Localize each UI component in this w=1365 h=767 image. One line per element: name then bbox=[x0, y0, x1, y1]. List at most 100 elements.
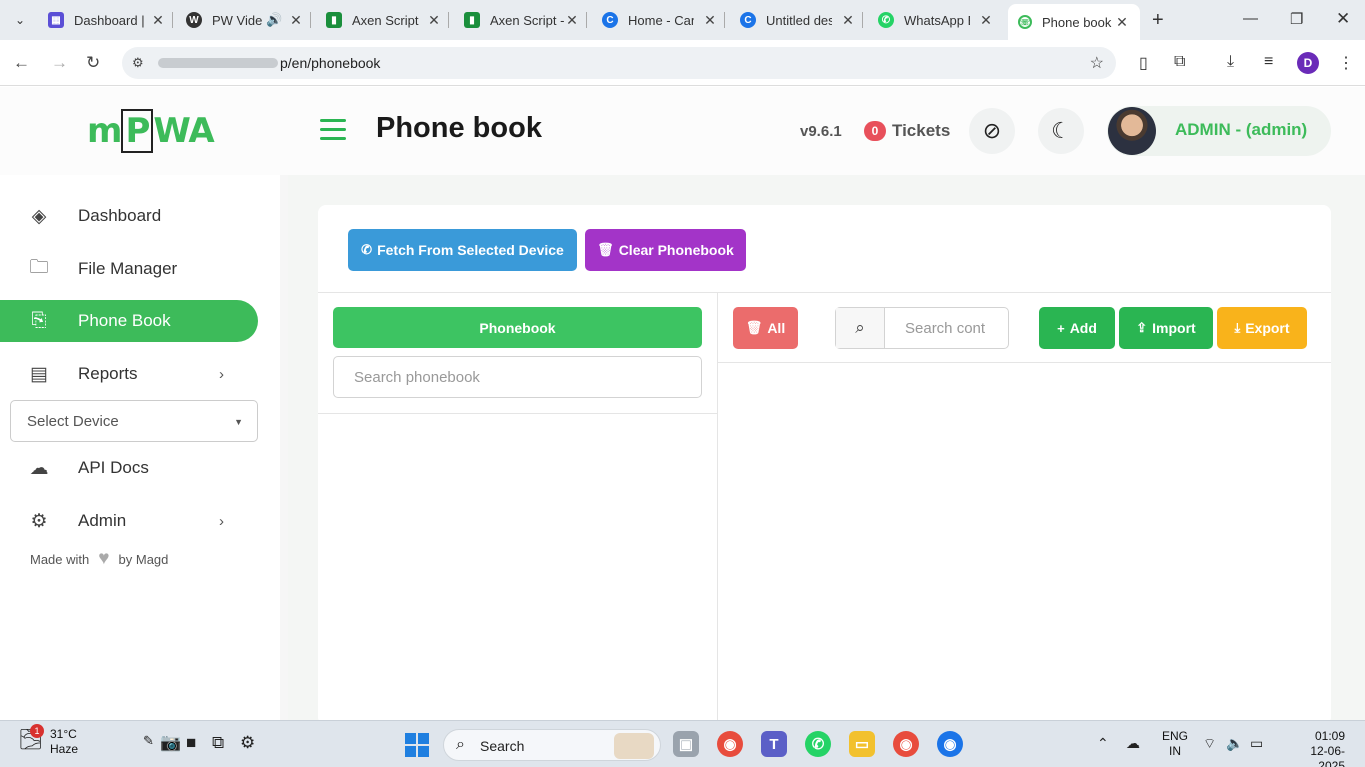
onedrive-cloud-icon[interactable]: ☁ bbox=[1126, 735, 1140, 752]
browser-tab[interactable]: W PW Vide 🔊 ✕ bbox=[186, 6, 304, 34]
close-icon[interactable]: ✕ bbox=[978, 12, 994, 29]
windows-start-icon[interactable] bbox=[405, 733, 429, 757]
tab-title: Untitled des bbox=[766, 12, 832, 28]
chrome-canary-icon[interactable]: ◉ bbox=[937, 731, 963, 757]
version-label: v9.6.1 bbox=[800, 123, 842, 140]
close-icon[interactable]: ✕ bbox=[564, 12, 580, 29]
sidebar-item-label: Dashboard bbox=[78, 206, 162, 225]
axen-icon: ▮ bbox=[464, 12, 480, 28]
dark-mode-moon-icon[interactable]: ☾ bbox=[1038, 108, 1084, 154]
browser-tab[interactable]: C Untitled des ✕ bbox=[740, 6, 856, 34]
device-select[interactable]: Select Device ▼ bbox=[10, 400, 258, 442]
task-view-icon[interactable]: ▣ bbox=[673, 731, 699, 757]
camera-icon[interactable]: 📷 bbox=[160, 733, 181, 753]
settings-gear-icon[interactable]: ⚙ bbox=[240, 733, 255, 753]
sidebar-item-label: API Docs bbox=[78, 458, 149, 477]
sidebar-item-reports[interactable]: ▤ Reports › bbox=[0, 353, 258, 395]
clear-phonebook-button[interactable]: 🗑 Clear Phonebook bbox=[585, 229, 746, 271]
browser-tab[interactable]: ▦ Dashboard | ✕ bbox=[48, 6, 166, 34]
taskbar-search[interactable]: ⌕ Search bbox=[443, 729, 661, 761]
forward-icon[interactable]: → bbox=[51, 53, 68, 73]
volume-icon[interactable]: 🔈 bbox=[1226, 735, 1243, 752]
hamburger-menu-icon[interactable] bbox=[320, 119, 346, 146]
sidebar-item-file-manager[interactable]: 🗀 File Manager bbox=[0, 248, 258, 290]
button-label: Import bbox=[1152, 320, 1196, 336]
language-globe-icon[interactable]: ⊘ bbox=[969, 108, 1015, 154]
redacted-domain bbox=[158, 58, 278, 68]
chrome-profile-icon[interactable]: ◉ bbox=[893, 731, 919, 757]
close-icon[interactable]: ✕ bbox=[840, 12, 856, 29]
reload-icon[interactable]: ↻ bbox=[86, 53, 100, 73]
menu-kebab-icon[interactable]: ⋮ bbox=[1338, 53, 1354, 73]
app-logo[interactable]: m P WA bbox=[87, 109, 215, 153]
weather-widget[interactable]: 🌫 1 31°C Haze bbox=[18, 724, 78, 757]
phonebook-list-button[interactable]: Phonebook bbox=[333, 307, 702, 348]
extensions-puzzle-icon[interactable]: ⧉ bbox=[1174, 53, 1185, 71]
close-icon[interactable]: ✕ bbox=[702, 12, 718, 29]
browser-tab[interactable]: C Home - Can ✕ bbox=[602, 6, 718, 34]
media-control-icon[interactable]: ≡ bbox=[1264, 53, 1273, 71]
video-icon[interactable]: ■ bbox=[186, 733, 196, 753]
profile-avatar[interactable]: D bbox=[1297, 52, 1319, 74]
browser-tab[interactable]: ✆ WhatsApp B ✕ bbox=[878, 6, 994, 34]
teams-icon[interactable]: T bbox=[761, 731, 787, 757]
sidebar-scrollbar[interactable] bbox=[280, 175, 288, 720]
browser-tab-active[interactable]: ☏ Phone book ✕ bbox=[1008, 4, 1140, 40]
new-tab-icon[interactable]: + bbox=[1152, 9, 1164, 32]
plus-icon: + bbox=[1057, 320, 1065, 336]
chevron-right-icon: › bbox=[219, 512, 224, 530]
close-icon[interactable]: ✕ bbox=[288, 12, 304, 29]
tickets-link[interactable]: 0 Tickets bbox=[864, 121, 950, 141]
download-icon[interactable]: ⤓ bbox=[1227, 53, 1234, 71]
tab-search-chevron-icon[interactable]: ⌄ bbox=[8, 8, 32, 32]
back-icon[interactable]: ← bbox=[13, 53, 30, 73]
input-language[interactable]: ENG IN bbox=[1162, 729, 1188, 759]
tab-title: Axen Script - bbox=[490, 12, 565, 28]
url-bar[interactable]: ⚙ p/en/phonebook ☆ bbox=[122, 47, 1116, 79]
sidebar-item-admin[interactable]: ⚙ Admin › bbox=[0, 500, 258, 542]
close-icon[interactable]: ✕ bbox=[1114, 14, 1130, 31]
wifi-icon[interactable]: ⌔ bbox=[1203, 735, 1216, 753]
button-label: Export bbox=[1245, 320, 1290, 336]
site-info-icon[interactable]: ⚙ bbox=[132, 55, 144, 71]
delete-all-button[interactable]: 🗑 All bbox=[733, 307, 798, 349]
speaker-icon[interactable]: 🔊 bbox=[266, 12, 282, 28]
file-explorer-icon[interactable]: ▭ bbox=[849, 731, 875, 757]
window-close-icon[interactable]: ✕ bbox=[1336, 9, 1350, 29]
window-copy-icon[interactable]: ⧉ bbox=[212, 733, 224, 753]
tab-separator bbox=[586, 12, 587, 28]
export-button[interactable]: ⤓ Export bbox=[1217, 307, 1307, 349]
search-contact-input[interactable]: ⌕ Search cont bbox=[835, 307, 1009, 349]
tab-separator bbox=[172, 12, 173, 28]
search-icon[interactable]: ⌕ bbox=[836, 308, 885, 348]
folder-icon: 🗀 bbox=[29, 257, 49, 278]
chrome-icon[interactable]: ◉ bbox=[717, 731, 743, 757]
search-phonebook-input[interactable]: Search phonebook bbox=[333, 356, 702, 398]
close-icon[interactable]: ✕ bbox=[150, 12, 166, 29]
sidebar-item-api-docs[interactable]: ☁ API Docs bbox=[0, 447, 258, 489]
trash-icon: 🗑 bbox=[745, 320, 763, 335]
sidebar-item-dashboard[interactable]: ◈ Dashboard bbox=[0, 195, 258, 237]
browser-tab[interactable]: ▮ Axen Script - ✕ bbox=[464, 6, 580, 34]
close-icon[interactable]: ✕ bbox=[426, 12, 442, 29]
fetch-from-device-button[interactable]: ✆ Fetch From Selected Device bbox=[348, 229, 577, 271]
user-menu[interactable]: ADMIN - (admin) bbox=[1107, 106, 1331, 156]
whatsapp-icon[interactable]: ✆ bbox=[805, 731, 831, 757]
main-content: ✆ Fetch From Selected Device 🗑 Clear Pho… bbox=[288, 175, 1365, 725]
restore-icon[interactable]: ❐ bbox=[1290, 10, 1303, 28]
bookmark-star-icon[interactable]: ☆ bbox=[1090, 53, 1104, 73]
system-clock[interactable]: 01:09 12-06-2025 bbox=[1285, 729, 1345, 767]
add-contact-button[interactable]: + Add bbox=[1039, 307, 1115, 349]
tray-chevron-up-icon[interactable]: ⌃ bbox=[1097, 735, 1109, 752]
sidebar-item-phone-book[interactable]: ⎘ Phone Book bbox=[0, 300, 258, 342]
user-avatar bbox=[1108, 107, 1156, 155]
browser-tab[interactable]: ▮ Axen Script ✕ bbox=[326, 6, 442, 34]
extension-pill-icon[interactable]: ▯ bbox=[1139, 53, 1148, 73]
report-icon: ▤ bbox=[30, 363, 48, 385]
sidebar-item-label: Admin bbox=[78, 511, 127, 530]
snip-pen-icon[interactable]: ✎ bbox=[143, 733, 154, 749]
minimize-icon[interactable]: — bbox=[1243, 10, 1258, 27]
app-header: m P WA Phone book v9.6.1 0 Tickets ⊘ ☾ ADM… bbox=[0, 87, 1365, 175]
import-button[interactable]: ⇪ Import bbox=[1119, 307, 1213, 349]
battery-icon[interactable]: ▭ bbox=[1250, 735, 1263, 752]
